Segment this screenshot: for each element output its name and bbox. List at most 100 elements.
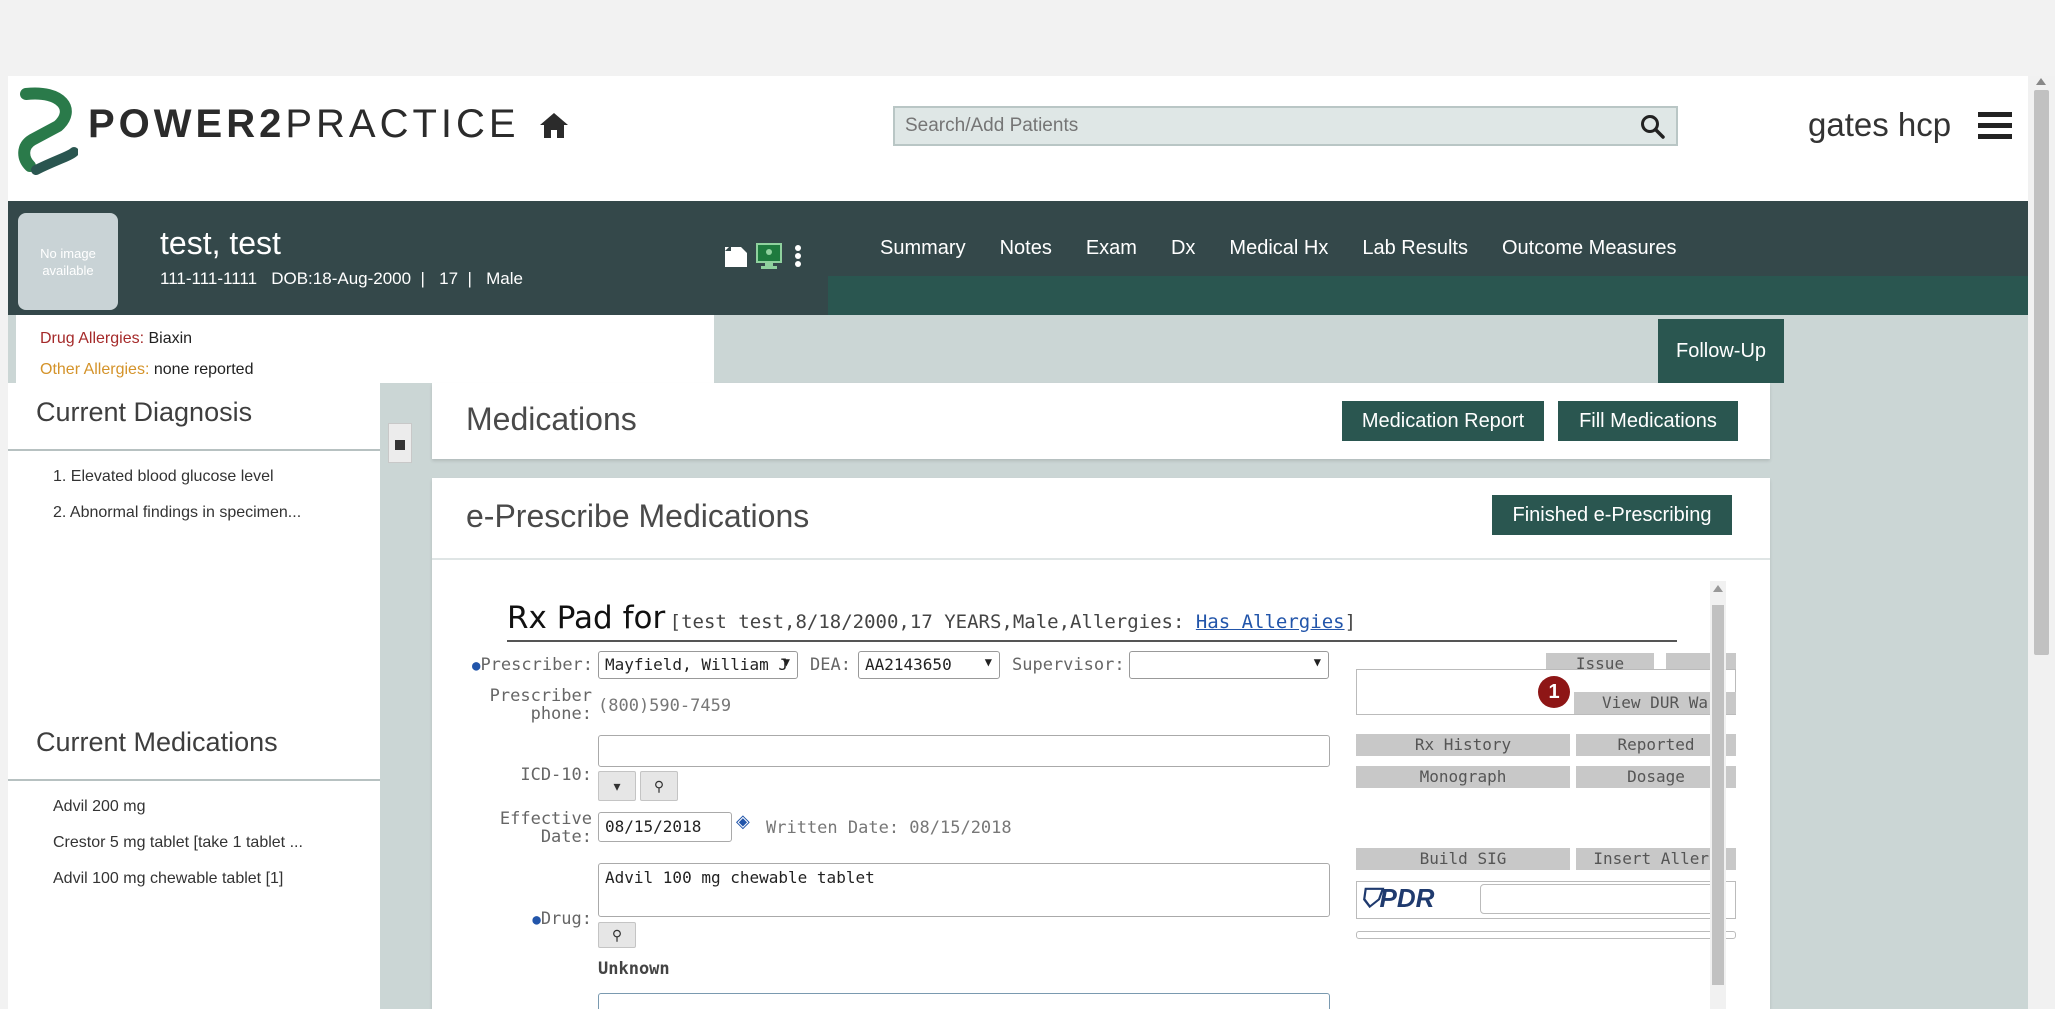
warning-icon[interactable]: 1 [1538, 676, 1570, 708]
tab-exam[interactable]: Exam [1069, 237, 1154, 260]
eprescribe-card: e-Prescribe Medications Finished e-Presc… [432, 478, 1770, 1009]
tab-summary[interactable]: Summary [863, 237, 983, 260]
prescriber-phone-label: Prescriber phone: [489, 686, 592, 724]
medication-list: Advil 200 mg Crestor 5 mg tablet [take 1… [53, 789, 303, 897]
user-name[interactable]: gates hcp [1808, 106, 1951, 144]
other-allergies-label: Other Allergies: [40, 361, 150, 378]
monograph-button[interactable]: Monograph [1356, 766, 1570, 788]
dea-select[interactable]: AA2143650 ▼ [858, 651, 1000, 679]
scrollbar-thumb[interactable] [2034, 90, 2049, 655]
medication-report-button[interactable]: Medication Report [1342, 401, 1544, 441]
has-allergies-link[interactable]: Has Allergies [1196, 611, 1345, 633]
patient-bar-accent [828, 276, 2028, 315]
list-item[interactable]: 1. Elevated blood glucose level [53, 459, 301, 495]
magnifier-icon: ⚲ [611, 927, 623, 943]
rx-pad: Rx Pad for [test test,8/18/2000,17 YEARS… [432, 563, 1770, 1009]
scroll-up-icon[interactable] [1713, 585, 1723, 592]
icd10-search-button[interactable]: ⚲ [640, 771, 678, 801]
icd10-dropdown-button[interactable]: ▾ [598, 771, 636, 801]
avatar: No image available [18, 213, 118, 310]
patient-sex: Male [486, 269, 523, 288]
list-item[interactable]: Advil 100 mg chewable tablet [1] [53, 861, 303, 897]
other-allergies: Other Allergies: none reported [40, 354, 690, 385]
dea-label: DEA: [810, 655, 851, 675]
build-sig-button[interactable]: Build SIG [1356, 848, 1570, 870]
patient-dob: DOB:18-Aug-2000 [271, 269, 412, 288]
drug-search-button[interactable]: ⚲ [598, 922, 636, 948]
scrollbar-thumb[interactable] [1712, 605, 1724, 985]
prescriber-select[interactable]: Mayfield, William J ▼ [598, 651, 798, 679]
sig-input[interactable] [598, 993, 1330, 1009]
patient-bar: No image available test, test 111-111-11… [8, 201, 2028, 315]
browser-top-area [0, 0, 2055, 76]
fill-medications-button[interactable]: Fill Medications [1558, 401, 1738, 441]
list-item[interactable]: 2. Abnormal findings in specimen... [53, 495, 301, 531]
icd10-label: ICD-10: [520, 765, 592, 785]
drug-allergies-label: Drug Allergies: [40, 330, 145, 347]
prescriber-label: ●Prescriber: [472, 655, 594, 675]
current-medications-title: Current Medications [36, 727, 278, 757]
scroll-up-icon[interactable] [2036, 78, 2046, 85]
patient-id: 111-111-1111 [160, 269, 258, 288]
kebab-menu-icon[interactable] [795, 245, 801, 267]
pdr-search-input[interactable] [1480, 884, 1716, 914]
medications-card: Medications Medication Report Fill Medic… [432, 383, 1770, 459]
rx-pad-heading: Rx Pad for [507, 600, 666, 636]
app-window: POWER2PRACTICE gates hcp No image availa… [8, 76, 2028, 1009]
drug-allergies-value: Biaxin [148, 330, 193, 347]
supervisor-select[interactable]: ▼ [1129, 651, 1329, 679]
pdr-logo: ⛉PDR [1360, 883, 1435, 913]
dropdown-icon: ▼ [984, 655, 992, 669]
medications-title: Medications [466, 401, 637, 437]
drug-input[interactable]: Advil 100 mg chewable tablet [598, 863, 1330, 917]
other-allergies-value: none reported [153, 361, 254, 378]
tab-outcome-measures[interactable]: Outcome Measures [1485, 237, 1694, 260]
rx-history-button[interactable]: Rx History [1356, 734, 1570, 756]
tab-medical-hx[interactable]: Medical Hx [1212, 237, 1345, 260]
note-icon[interactable] [725, 245, 747, 267]
browser-left-margin [0, 76, 8, 1009]
home-icon[interactable] [538, 110, 570, 140]
main-area: Current Diagnosis 1. Elevated blood gluc… [8, 383, 2028, 1009]
divider [432, 558, 1770, 560]
patient-name: test, test [160, 225, 281, 261]
diagnosis-list: 1. Elevated blood glucose level 2. Abnor… [53, 459, 301, 531]
prescriber-phone-value: (800)590-7459 [598, 696, 732, 716]
progress-strip [1356, 931, 1736, 939]
collapse-panel-button[interactable] [388, 423, 412, 463]
written-date: Written Date: 08/15/2018 [766, 818, 1012, 838]
icd10-input[interactable] [598, 735, 1330, 767]
dropdown-icon: ▼ [782, 655, 790, 669]
search-icon[interactable] [1640, 114, 1666, 140]
divider [8, 779, 380, 781]
tab-notes[interactable]: Notes [983, 237, 1069, 260]
divider [507, 640, 1677, 642]
tab-lab-results[interactable]: Lab Results [1345, 237, 1485, 260]
dropdown-icon: ▼ [1313, 655, 1321, 669]
effective-date-input[interactable]: 08/15/2018 [598, 812, 732, 842]
patient-quick-icons [725, 243, 801, 269]
calendar-icon[interactable]: ◈ [736, 811, 750, 832]
finished-eprescribing-button[interactable]: Finished e-Prescribing [1492, 495, 1732, 535]
effective-date-label: Effective Date: [499, 809, 592, 847]
hamburger-menu-icon[interactable] [1978, 110, 2012, 140]
tab-dx[interactable]: Dx [1154, 237, 1212, 260]
patient-search-box[interactable] [893, 106, 1678, 146]
list-item[interactable]: Advil 200 mg [53, 789, 303, 825]
eprescribe-title: e-Prescribe Medications [466, 498, 810, 534]
rx-pad-scrollbar[interactable] [1710, 581, 1726, 1009]
drug-status: Unknown [598, 959, 670, 979]
divider [8, 449, 380, 451]
logo-wordmark: POWER2PRACTICE [88, 102, 520, 146]
page-scrollbar[interactable] [2028, 76, 2055, 1009]
drug-allergies: Drug Allergies: Biaxin [40, 323, 690, 354]
app-header: POWER2PRACTICE gates hcp [8, 76, 2028, 201]
monitor-icon[interactable] [756, 243, 782, 269]
patient-details: 111-111-1111 DOB:18-Aug-2000 | 17 | Male [160, 269, 523, 288]
allergy-box: Drug Allergies: Biaxin Other Allergies: … [16, 315, 714, 383]
shield-check-icon: ⛉ [1360, 883, 1380, 913]
rx-pad-patient-summary: [test test,8/18/2000,17 YEARS,Male,Aller… [669, 611, 1357, 633]
follow-up-button[interactable]: Follow-Up [1658, 319, 1784, 383]
list-item[interactable]: Crestor 5 mg tablet [take 1 tablet ... [53, 825, 303, 861]
search-input[interactable] [895, 108, 1635, 144]
